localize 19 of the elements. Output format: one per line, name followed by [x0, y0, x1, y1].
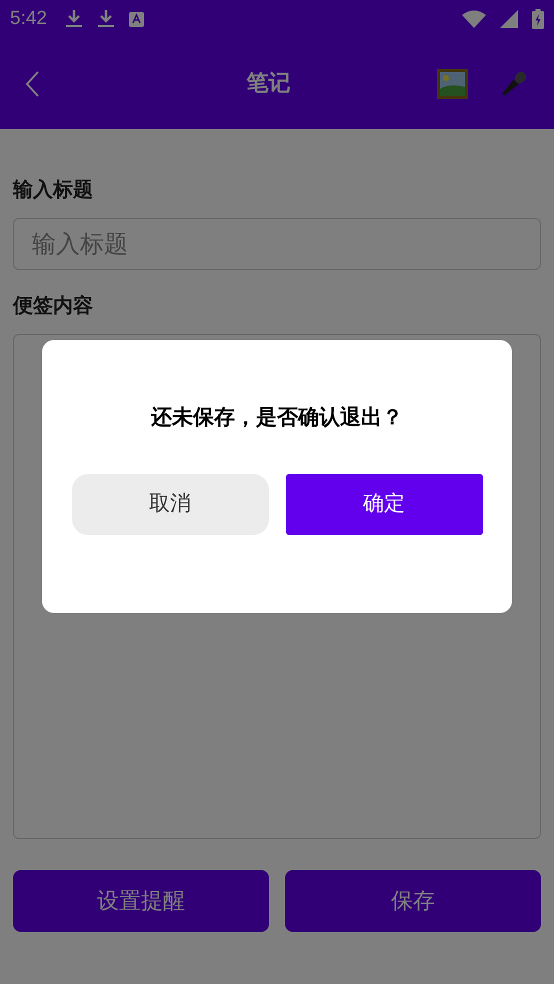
dialog-message: 还未保存，是否确认退出？ [151, 404, 403, 431]
battery-icon [532, 9, 544, 29]
title-label: 输入标题 [13, 176, 94, 203]
wifi-icon [462, 10, 486, 28]
app-bar-title: 笔记 [246, 70, 290, 98]
keyboard-icon [128, 12, 144, 26]
content-text-area[interactable] [13, 334, 541, 839]
download-icon [96, 9, 115, 29]
bottom-action-button[interactable]: 设置提醒 [13, 870, 269, 932]
picture-frame-icon[interactable] [437, 68, 468, 98]
title-input-field[interactable]: 输入标题 [13, 218, 541, 270]
back-icon[interactable] [24, 70, 40, 98]
bottom-action-button[interactable]: 保存 [285, 870, 541, 932]
status-time: 5:42 [10, 6, 47, 31]
download-icon [64, 9, 83, 29]
signal-icon [500, 10, 518, 28]
cancel-button[interactable]: 取消 [72, 474, 268, 534]
confirm-button[interactable]: 确定 [286, 474, 482, 534]
content-label: 便签内容 [13, 292, 94, 319]
